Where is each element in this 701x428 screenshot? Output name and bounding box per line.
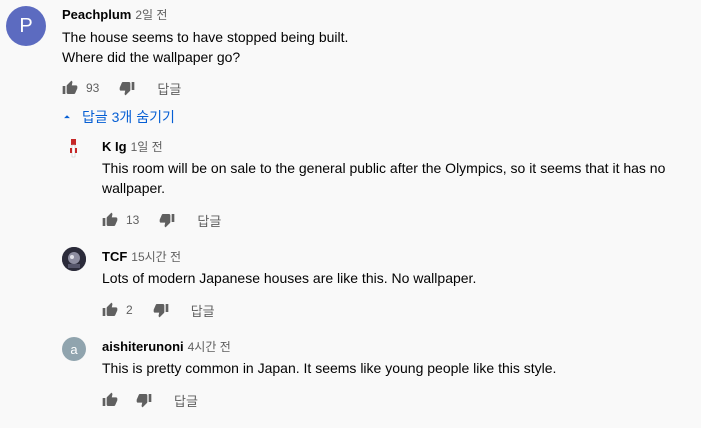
author-name[interactable]: TCF (102, 249, 127, 264)
caret-up-icon (64, 115, 70, 119)
comment-text-line-1: The house seems to have stopped being bu… (62, 29, 349, 45)
like-button[interactable] (100, 210, 120, 230)
avatar[interactable] (62, 247, 86, 271)
reply-text: This room will be on sale to the general… (102, 160, 666, 196)
reply-actions: 답글 (100, 390, 198, 410)
avatar-image (62, 136, 86, 160)
reply-author[interactable]: TCF 15시간 전 (102, 248, 181, 265)
thumb-down-icon (136, 394, 152, 408)
author-name[interactable]: Peachplum (62, 7, 131, 22)
author-name[interactable]: aishiterunoni (102, 339, 184, 354)
comment-text-line-2: Where did the wallpaper go? (62, 49, 241, 65)
reply-time[interactable]: 4시간 전 (188, 340, 231, 354)
avatar[interactable]: a (62, 337, 86, 361)
like-button[interactable] (100, 300, 120, 320)
dislike-button[interactable] (134, 390, 154, 410)
like-button[interactable] (60, 78, 80, 98)
avatar-letter: P (19, 14, 33, 37)
reply-author[interactable]: aishiterunoni 4시간 전 (102, 338, 231, 355)
thumb-down-icon (120, 82, 135, 96)
like-count: 13 (126, 213, 140, 227)
comment-time[interactable]: 2일 전 (135, 8, 167, 22)
reply-text: Lots of modern Japanese houses are like … (102, 270, 477, 286)
reply-button[interactable]: 답글 (197, 211, 221, 230)
thumb-up-icon (102, 392, 118, 406)
comment-text: The house seems to have stopped being bu… (62, 27, 682, 67)
comment-author[interactable]: Peachplum 2일 전 (62, 6, 167, 23)
dislike-button[interactable] (157, 210, 177, 230)
reply-author[interactable]: K Ig 1일 전 (102, 138, 163, 155)
thumb-up-icon (62, 80, 78, 94)
avatar[interactable] (62, 136, 86, 160)
thumb-up-icon (102, 302, 118, 316)
avatar-letter: a (70, 341, 78, 357)
author-name[interactable]: K Ig (102, 139, 127, 154)
dislike-button[interactable] (151, 300, 171, 320)
thumb-up-icon (102, 212, 118, 226)
avatar[interactable]: P (6, 6, 46, 46)
reply-button[interactable]: 답글 (174, 391, 198, 410)
reply-time[interactable]: 1일 전 (131, 140, 163, 154)
like-count: 2 (126, 303, 133, 317)
avatar-image (62, 247, 86, 271)
reply-text: This is pretty common in Japan. It seems… (102, 360, 557, 376)
like-count: 93 (86, 81, 100, 95)
thumb-down-icon (153, 304, 169, 318)
comment-actions: 93 답글 (60, 78, 181, 98)
dislike-button[interactable] (117, 78, 137, 98)
reply-actions: 2 답글 (100, 300, 215, 320)
reply-actions: 13 답글 (100, 210, 221, 230)
thumb-down-icon (160, 214, 175, 228)
reply-time[interactable]: 15시간 전 (131, 250, 181, 264)
hide-replies-label[interactable]: 답글 3개 숨기기 (82, 107, 175, 127)
reply-button[interactable]: 답글 (157, 79, 181, 98)
hide-replies-toggle[interactable]: 답글 3개 숨기기 (60, 107, 175, 127)
reply-button[interactable]: 답글 (191, 301, 215, 320)
like-button[interactable] (100, 390, 120, 410)
